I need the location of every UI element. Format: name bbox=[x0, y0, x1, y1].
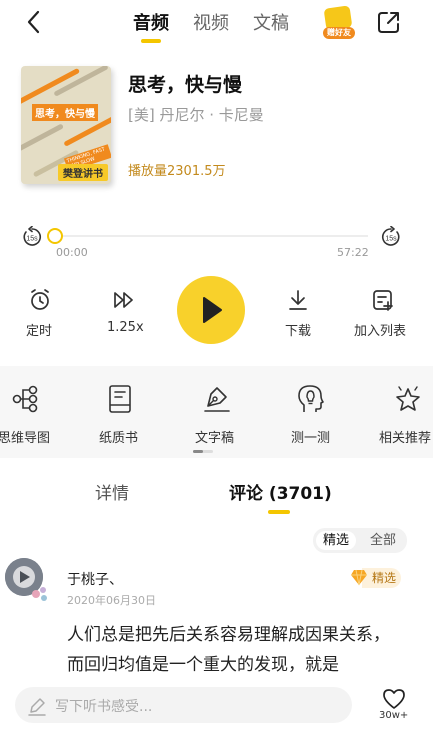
back-button[interactable] bbox=[22, 8, 48, 36]
gift-friend-button[interactable]: 赠好友 bbox=[323, 5, 355, 39]
tab-video[interactable]: 视频 bbox=[193, 9, 229, 35]
feature-related[interactable] bbox=[393, 384, 423, 414]
speed-label: 1.25x bbox=[107, 320, 144, 335]
svg-text:15s: 15s bbox=[385, 236, 397, 243]
progress-knob[interactable] bbox=[47, 228, 63, 244]
comment-text: 人们总是把先后关系容易理解成因果关系，而回归均值是一个重大的发现，就是 bbox=[67, 625, 390, 675]
active-tab-indicator bbox=[141, 39, 161, 43]
book-author: [美] 丹尼尔 · 卡尼曼 bbox=[128, 106, 264, 124]
gift-label: 赠好友 bbox=[323, 27, 355, 39]
like-button[interactable] bbox=[382, 688, 406, 710]
progress-track[interactable] bbox=[55, 235, 368, 237]
timer-button[interactable] bbox=[28, 288, 52, 312]
comment-date: 2020年06月30日 bbox=[67, 594, 156, 607]
total-time: 57:22 bbox=[337, 246, 369, 259]
speed-button[interactable] bbox=[112, 288, 136, 312]
current-time: 00:00 bbox=[56, 246, 88, 259]
tab-details[interactable]: 详情 bbox=[95, 479, 129, 504]
share-button[interactable] bbox=[376, 9, 402, 35]
avatar-frame-decoration bbox=[28, 580, 52, 604]
feature-related-label: 相关推荐 bbox=[379, 431, 432, 446]
download-icon bbox=[289, 290, 307, 310]
book-icon bbox=[109, 385, 131, 413]
book-cover[interactable]: 思考，快与慢 THINKING, FAST AND SLOW 樊登讲书 bbox=[21, 66, 111, 184]
rewind-15-icon: 15s bbox=[23, 225, 42, 246]
forward-15-icon: 15s bbox=[381, 225, 400, 246]
strip-scroll-thumb bbox=[193, 450, 203, 453]
comments-tab-indicator bbox=[268, 510, 290, 514]
cover-title: 思考，快与慢 bbox=[32, 104, 98, 121]
play-icon bbox=[203, 297, 222, 323]
pen-icon bbox=[204, 387, 230, 412]
chevron-left-icon bbox=[27, 10, 40, 34]
feature-transcript[interactable] bbox=[202, 384, 232, 414]
tab-comments[interactable]: 评论 (3701) bbox=[229, 479, 332, 504]
play-count: 播放量2301.5万 bbox=[128, 164, 226, 179]
star-sparkle-icon bbox=[396, 386, 420, 411]
comment-filter: 精选 全部 bbox=[313, 528, 407, 553]
feature-quiz-label: 测一测 bbox=[291, 431, 331, 446]
add-to-list-label: 加入列表 bbox=[354, 324, 407, 339]
rewind-15-button[interactable]: 15s bbox=[21, 225, 43, 248]
comment-input-placeholder: 写下听书感受... bbox=[55, 699, 153, 715]
add-list-icon bbox=[373, 290, 393, 311]
feature-quiz[interactable] bbox=[296, 384, 326, 414]
mindmap-icon bbox=[12, 385, 38, 413]
book-title: 思考，快与慢 bbox=[128, 74, 243, 96]
feature-transcript-label: 文字稿 bbox=[195, 431, 235, 446]
tab-audio[interactable]: 音频 bbox=[133, 9, 169, 35]
feature-mindmap-label: 思维导图 bbox=[0, 431, 51, 446]
share-icon bbox=[378, 12, 399, 33]
tab-transcript[interactable]: 文稿 bbox=[253, 9, 289, 35]
like-count: 30w+ bbox=[379, 710, 409, 721]
flower-icon bbox=[32, 587, 47, 601]
add-to-list-button[interactable] bbox=[371, 288, 395, 312]
cover-brand: 樊登讲书 bbox=[58, 164, 108, 181]
alarm-clock-icon bbox=[31, 289, 49, 310]
feature-mindmap[interactable] bbox=[10, 384, 40, 414]
diamond-icon bbox=[351, 569, 367, 586]
feature-paper-book-label: 纸质书 bbox=[99, 431, 139, 446]
heart-icon bbox=[383, 689, 405, 709]
download-button[interactable] bbox=[286, 288, 310, 312]
head-bulb-icon bbox=[298, 385, 324, 412]
forward-15-button[interactable]: 15s bbox=[380, 225, 402, 248]
pencil-icon bbox=[27, 696, 47, 716]
feature-paper-book[interactable] bbox=[105, 384, 135, 414]
featured-badge: 精选 bbox=[350, 567, 407, 589]
timer-label: 定时 bbox=[26, 324, 53, 339]
fast-forward-icon bbox=[114, 292, 133, 308]
filter-featured-button[interactable]: 精选 bbox=[316, 531, 357, 550]
svg-text:15s: 15s bbox=[26, 236, 38, 243]
download-label: 下载 bbox=[285, 324, 312, 339]
play-button[interactable] bbox=[177, 276, 245, 344]
filter-all-button[interactable]: 全部 bbox=[363, 531, 403, 550]
comment-username[interactable]: 于桃子、 bbox=[67, 569, 123, 589]
